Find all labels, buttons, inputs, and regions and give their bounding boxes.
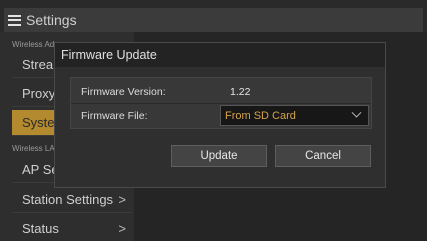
chevron-right-icon: > — [118, 221, 126, 236]
settings-screen: Settings Wireless Ad Stream Proxy Syster… — [0, 0, 427, 241]
app-title: Settings — [26, 12, 77, 28]
chevron-right-icon: > — [118, 192, 126, 207]
update-button[interactable]: Update — [171, 145, 267, 167]
sidebar-item-status[interactable]: Status > — [12, 216, 132, 241]
firmware-file-label: Firmware File: — [81, 110, 148, 122]
title-bar: Settings — [4, 8, 423, 32]
firmware-file-row: Firmware File: From SD Card — [71, 104, 371, 128]
firmware-form: Firmware Version: 1.22 Firmware File: Fr… — [70, 77, 372, 129]
sidebar-item-station-settings[interactable]: Station Settings > — [12, 187, 132, 213]
firmware-update-dialog: Firmware Update Firmware Version: 1.22 F… — [54, 42, 386, 188]
firmware-version-row: Firmware Version: 1.22 — [71, 80, 371, 104]
chevron-down-icon — [351, 107, 362, 118]
firmware-version-value: 1.22 — [230, 85, 251, 98]
menu-icon[interactable] — [8, 14, 21, 26]
section-label-wireless-lan: Wireless LA — [12, 144, 55, 153]
dialog-title: Firmware Update — [55, 43, 385, 67]
firmware-file-value: From SD Card — [225, 109, 296, 122]
firmware-file-select[interactable]: From SD Card — [220, 105, 369, 126]
cancel-button[interactable]: Cancel — [275, 145, 371, 167]
sidebar-item-label: Proxy — [22, 86, 56, 101]
sidebar-item-label: Station Settings — [22, 192, 114, 207]
firmware-version-label: Firmware Version: — [81, 85, 166, 98]
section-label-wireless-ad: Wireless Ad — [12, 40, 55, 49]
sidebar-item-label: Status — [22, 221, 59, 236]
